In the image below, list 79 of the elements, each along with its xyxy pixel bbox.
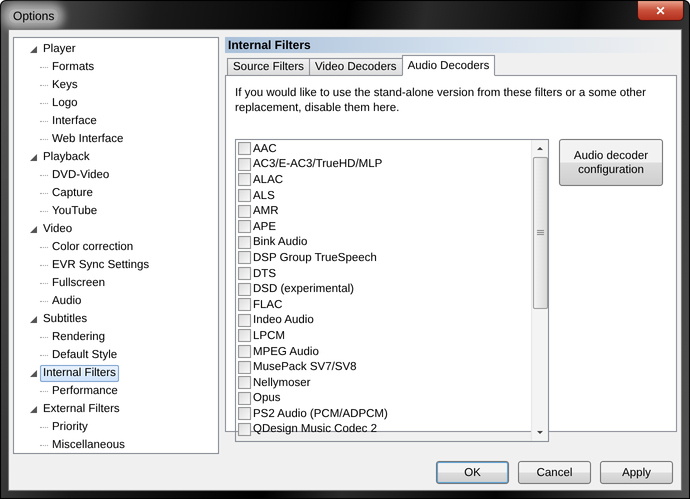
checkbox-label: QDesign Music Codec 2 — [253, 423, 377, 436]
checkbox[interactable] — [238, 251, 251, 264]
tree-item[interactable]: YouTube — [49, 202, 100, 220]
scrollbar[interactable] — [531, 140, 548, 441]
tree-item[interactable]: External Filters — [40, 400, 123, 418]
checkbox-label: AAC — [253, 142, 277, 155]
collapse-triangle-icon[interactable] — [30, 154, 37, 160]
checkbox[interactable] — [238, 282, 251, 296]
dialog-button[interactable]: Cancel — [518, 461, 591, 484]
checkbox[interactable] — [238, 345, 251, 358]
tree-item[interactable]: Internal Filters — [40, 364, 119, 382]
tree-item[interactable]: Player — [40, 40, 79, 58]
tree-item[interactable]: Video — [40, 220, 76, 238]
checkbox[interactable] — [238, 189, 251, 202]
checkbox-label: Opus — [253, 392, 280, 404]
checkbox-label: Indeo Audio — [253, 314, 314, 326]
tree-item[interactable]: Audio — [49, 292, 84, 310]
checkbox[interactable] — [238, 329, 251, 342]
checkbox[interactable] — [238, 158, 251, 171]
tree-item[interactable]: Keys — [49, 76, 81, 94]
tree-item[interactable]: Playback — [40, 148, 93, 166]
checkbox[interactable] — [238, 220, 251, 234]
checkbox[interactable] — [238, 360, 251, 374]
collapse-triangle-icon[interactable] — [30, 226, 37, 232]
tree-item[interactable]: Interface — [49, 112, 100, 130]
checkbox[interactable] — [238, 204, 251, 218]
window-title: Options — [9, 9, 58, 23]
tree-item[interactable]: Miscellaneous — [49, 436, 128, 454]
tree-item[interactable]: Fullscreen — [49, 274, 108, 292]
checkbox-label: Nellymoser — [253, 376, 311, 389]
checkbox-label: PS2 Audio (PCM/ADPCM) — [253, 408, 388, 420]
checkbox[interactable] — [238, 298, 251, 312]
tab[interactable]: Video Decoders — [308, 58, 403, 76]
checkbox[interactable] — [238, 376, 251, 390]
tree-item[interactable]: Performance — [49, 382, 121, 400]
checkbox-label: MPEG Audio — [253, 346, 319, 358]
checkbox-label: FLAC — [253, 298, 282, 311]
tree-item[interactable]: Web Interface — [49, 130, 126, 148]
checkbox-label: ALS — [253, 190, 275, 202]
tree-item[interactable]: Formats — [49, 58, 98, 76]
checkbox-label: AC3/E-AC3/TrueHD/MLP — [253, 158, 382, 170]
dialog-button[interactable]: OK — [436, 461, 509, 484]
checkbox[interactable] — [238, 142, 251, 156]
audio-decoder-configuration-button[interactable]: Audio decoder configuration — [559, 139, 663, 186]
scroll-thumb[interactable] — [532, 157, 548, 309]
collapse-triangle-icon[interactable] — [30, 46, 37, 52]
checkbox[interactable] — [238, 236, 251, 249]
checkbox-label: Bink Audio — [253, 236, 308, 248]
checkbox-label: DSD (experimental) — [253, 283, 354, 296]
tab[interactable]: Audio Decoders — [402, 55, 496, 76]
tree-item[interactable]: Rendering — [49, 328, 108, 346]
dialog-button[interactable]: Apply — [600, 461, 673, 484]
checkbox-label: DSP Group TrueSpeech — [253, 252, 377, 264]
checkbox[interactable] — [238, 422, 251, 436]
description-text: If you would like to use the stand-alone version from these filters or a some other replacement, disable them here. — [235, 86, 648, 116]
checkbox[interactable] — [238, 407, 251, 420]
tree-item[interactable]: EVR Sync Settings — [49, 256, 152, 274]
tree-item[interactable]: Color correction — [49, 238, 136, 256]
collapse-triangle-icon[interactable] — [30, 370, 37, 376]
checkbox-label: AMR — [253, 205, 279, 218]
tree-item[interactable]: Logo — [49, 94, 81, 112]
checkbox-label: LPCM — [253, 330, 285, 342]
checkbox[interactable] — [238, 392, 251, 405]
close-button[interactable]: ✕ — [637, 1, 684, 21]
tree-item[interactable]: Subtitles — [40, 310, 90, 328]
collapse-triangle-icon[interactable] — [30, 406, 37, 412]
checkbox-label: APE — [253, 220, 276, 233]
tree-item[interactable]: Priority — [49, 418, 91, 436]
tab[interactable]: Source Filters — [227, 58, 310, 76]
tree-item[interactable]: Capture — [49, 184, 96, 202]
tree-item[interactable]: Default Style — [49, 346, 120, 364]
checkbox-label: MusePack SV7/SV8 — [253, 361, 357, 374]
checkbox[interactable] — [238, 267, 251, 280]
checkbox[interactable] — [238, 173, 251, 186]
checkbox-label: ALAC — [253, 174, 284, 186]
checkbox-label: DTS — [253, 268, 276, 280]
collapse-triangle-icon[interactable] — [30, 316, 37, 322]
tree-item[interactable]: DVD-Video — [49, 166, 112, 184]
checkbox[interactable] — [238, 314, 251, 327]
